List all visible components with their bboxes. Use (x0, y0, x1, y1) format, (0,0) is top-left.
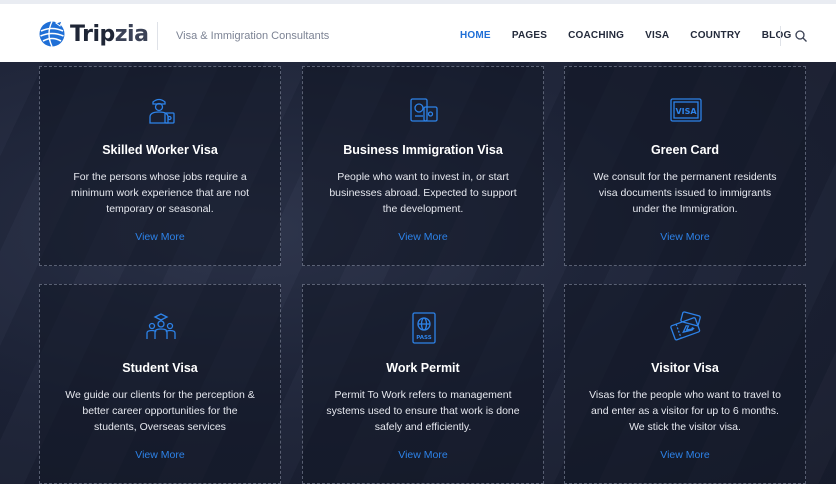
nav-item-country[interactable]: COUNTRY (690, 30, 740, 41)
worker-icon (149, 98, 175, 124)
service-desc: Visas for the people who want to travel … (589, 389, 781, 433)
service-title: Green Card (650, 143, 720, 157)
logo-text-part2: zia (114, 21, 149, 47)
passport-icon: PASS (412, 312, 436, 344)
tagline: Visa & Immigration Consultants (176, 30, 330, 42)
site-header: Tripzia Visa & Immigration Consultants H… (0, 0, 836, 62)
service-desc: People who want to invest in, or start b… (329, 171, 517, 215)
service-desc: We guide our clients for the perception … (65, 389, 255, 433)
logo-text: Tripzia (70, 21, 149, 47)
service-desc: We consult for the permanent residents v… (593, 171, 777, 215)
nav-divider (780, 26, 781, 46)
students-icon (146, 313, 176, 339)
service-desc: Permit To Work refers to management syst… (326, 389, 520, 433)
view-more-link[interactable]: View More (303, 231, 543, 243)
service-card-skilled-worker: Skilled Worker Visa For the persons whos… (39, 66, 281, 266)
service-card-visitor-visa: Visitor Visa Visas for the people who wa… (564, 284, 806, 484)
visa-card-icon: VISA (670, 98, 702, 122)
service-title: Work Permit (386, 361, 460, 375)
service-card-green-card: VISA Green Card We consult for the perma… (564, 66, 806, 266)
view-more-link[interactable]: View More (303, 449, 543, 461)
nav-item-coaching[interactable]: COACHING (568, 30, 624, 41)
service-title: Skilled Worker Visa (102, 143, 218, 157)
nav-item-blog[interactable]: BLOG (762, 30, 792, 41)
header-divider (157, 22, 158, 50)
service-desc: For the persons whose jobs require a min… (71, 171, 249, 215)
logo[interactable]: Tripzia (38, 20, 149, 48)
logo-text-part1: Trip (70, 21, 115, 47)
view-more-link[interactable]: View More (565, 449, 805, 461)
service-card-work-permit: PASS Work Permit Permit To Work refers t… (302, 284, 544, 484)
service-title: Student Visa (122, 361, 198, 375)
nav-item-visa[interactable]: VISA (645, 30, 669, 41)
nav-item-pages[interactable]: PAGES (512, 30, 547, 41)
view-more-link[interactable]: View More (565, 231, 805, 243)
service-title: Visitor Visa (651, 361, 719, 375)
tickets-icon (670, 311, 701, 341)
main-nav: HOME PAGES COACHING VISA COUNTRY BLOG (460, 30, 812, 41)
service-card-student-visa: Student Visa We guide our clients for th… (39, 284, 281, 484)
view-more-link[interactable]: View More (40, 231, 280, 243)
search-button[interactable] (794, 29, 808, 43)
nav-item-home[interactable]: HOME (460, 30, 491, 41)
service-card-business-immigration: Business Immigration Visa People who wan… (302, 66, 544, 266)
svg-text:VISA: VISA (675, 107, 697, 116)
globe-icon (39, 20, 65, 47)
svg-text:PASS: PASS (416, 335, 431, 341)
view-more-link[interactable]: View More (40, 449, 280, 461)
search-icon (795, 30, 807, 42)
service-title: Business Immigration Visa (343, 143, 503, 157)
services-section: Skilled Worker Visa For the persons whos… (0, 62, 836, 484)
business-passport-icon (410, 98, 438, 122)
